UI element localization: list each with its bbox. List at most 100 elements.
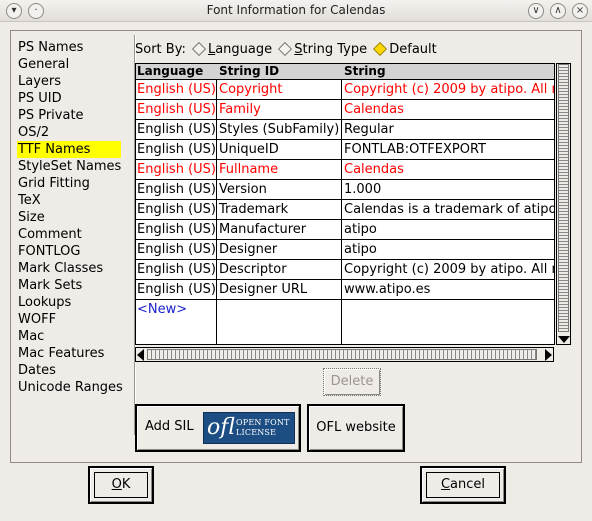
sidebar-item-dates[interactable]: Dates <box>17 362 129 379</box>
close-button[interactable]: × <box>572 3 588 19</box>
cell-language[interactable]: English (US) <box>136 80 216 99</box>
cell-language[interactable]: English (US) <box>136 260 216 279</box>
column-header-string[interactable]: String <box>343 64 554 79</box>
sidebar-item-ps-private[interactable]: PS Private <box>17 107 129 124</box>
cell-language[interactable]: English (US) <box>136 180 216 199</box>
sidebar-item-woff[interactable]: WOFF <box>17 311 129 328</box>
maximize-button[interactable]: ∧ <box>550 3 566 19</box>
new-entry-link[interactable]: <New> <box>136 300 216 319</box>
cell-language[interactable]: English (US) <box>136 240 216 259</box>
cell-string[interactable]: Calendas <box>343 160 554 179</box>
cell-string[interactable]: 1.000 <box>343 180 554 199</box>
cell-string-id[interactable]: Manufacturer <box>218 220 341 239</box>
ofl-website-button[interactable]: OFL website <box>307 404 405 452</box>
sidebar: PS Names General Layers PS UID PS Private OS/… <box>17 39 129 396</box>
sort-string-type-radio[interactable] <box>278 41 293 56</box>
cell-string-id[interactable]: Trademark <box>218 200 341 219</box>
sidebar-item-ps-uid[interactable]: PS UID <box>17 90 129 107</box>
sidebar-item-lookups[interactable]: Lookups <box>17 294 129 311</box>
vertical-scroll-thumb[interactable] <box>558 64 569 332</box>
table-row[interactable]: English (US) Copyright Copyright (c) 2009 … <box>136 80 554 100</box>
cell-string-id[interactable]: Family <box>218 100 341 119</box>
sidebar-item-size[interactable]: Size <box>17 209 129 226</box>
new-row[interactable]: <New> <box>136 300 554 320</box>
ofl-logo-text: OPEN FONT LICENSE <box>236 418 290 437</box>
sort-by-label: Sort By: <box>135 42 186 57</box>
column-header-language[interactable]: Language <box>136 64 216 79</box>
cell-string-id[interactable]: Fullname <box>218 160 341 179</box>
horizontal-scrollbar[interactable] <box>135 347 554 362</box>
dialog-frame: PS Names General Layers PS UID PS Private OS/… <box>10 30 582 463</box>
cell-string-id[interactable]: Styles (SubFamily) <box>218 120 341 139</box>
sidebar-item-ps-names[interactable]: PS Names <box>17 39 129 56</box>
delete-button[interactable]: Delete <box>323 368 381 396</box>
table-row[interactable]: English (US) Version 1.000 <box>136 180 554 200</box>
sort-language-radio[interactable] <box>191 41 207 56</box>
table-row[interactable]: English (US) Designer URL www.atipo.es <box>136 280 554 300</box>
cell-string-id[interactable]: Descriptor <box>218 260 341 279</box>
table-row[interactable]: English (US) Trademark Calendas is a trade… <box>136 200 554 220</box>
table-row[interactable]: English (US) UniqueID FONTLAB:OTFEXPORT <box>136 140 554 160</box>
sidebar-item-ttf-names[interactable]: TTF Names <box>17 141 121 158</box>
cell-string[interactable]: Copyright (c) 2009 by atipo. All r <box>343 80 554 99</box>
title-bar: ▾ · Font Information for Calendas ∨ ∧ × <box>0 0 592 22</box>
cell-string[interactable]: Calendas <box>343 100 554 119</box>
sidebar-item-os-2[interactable]: OS/2 <box>17 124 129 141</box>
ofl-logo-mark: ofl <box>207 415 235 440</box>
sidebar-item-mark-sets[interactable]: Mark Sets <box>17 277 129 294</box>
table-row[interactable]: English (US) Descriptor Copyright (c) 2009… <box>136 260 554 280</box>
sidebar-item-general[interactable]: General <box>17 56 129 73</box>
scroll-left-arrow-icon[interactable] <box>137 349 144 361</box>
sidebar-item-layers[interactable]: Layers <box>17 73 129 90</box>
table-row[interactable]: English (US) Styles (SubFamily) Regular <box>136 120 554 140</box>
sidebar-item-comment[interactable]: Comment <box>17 226 129 243</box>
sidebar-item-fontlog[interactable]: FONTLOG <box>17 243 129 260</box>
table-row[interactable]: English (US) Designer atipo <box>136 240 554 260</box>
cell-string-id[interactable]: Designer URL <box>218 280 341 299</box>
scroll-down-arrow-icon[interactable] <box>558 336 570 343</box>
window-title: Font Information for Calendas <box>206 3 386 17</box>
cell-language[interactable]: English (US) <box>136 120 216 139</box>
sidebar-item-mark-classes[interactable]: Mark Classes <box>17 260 129 277</box>
cell-string[interactable]: www.atipo.es <box>343 280 554 299</box>
sort-language-label[interactable]: Language <box>208 42 272 57</box>
cell-language[interactable]: English (US) <box>136 200 216 219</box>
cell-language[interactable]: English (US) <box>136 280 216 299</box>
scroll-right-arrow-icon[interactable] <box>545 349 552 361</box>
sidebar-item-mac-features[interactable]: Mac Features <box>17 345 129 362</box>
cell-language[interactable]: English (US) <box>136 140 216 159</box>
cell-string-id[interactable]: Copyright <box>218 80 341 99</box>
column-header-string-id[interactable]: String ID <box>218 64 341 79</box>
sidebar-item-tex[interactable]: TeX <box>17 192 129 209</box>
cell-language[interactable]: English (US) <box>136 160 216 179</box>
cell-language[interactable]: English (US) <box>136 100 216 119</box>
cell-string-id[interactable]: UniqueID <box>218 140 341 159</box>
vertical-scrollbar[interactable] <box>556 63 571 345</box>
cell-string[interactable]: atipo <box>343 220 554 239</box>
cancel-button[interactable]: Cancel <box>420 466 506 504</box>
cell-string[interactable]: FONTLAB:OTFEXPORT <box>343 140 554 159</box>
horizontal-scroll-thumb[interactable] <box>147 349 537 360</box>
sidebar-item-unicode-ranges[interactable]: Unicode Ranges <box>17 379 129 396</box>
table-row[interactable]: English (US) Fullname Calendas <box>136 160 554 180</box>
table-row[interactable]: English (US) Family Calendas <box>136 100 554 120</box>
ttf-names-table: Language String ID String English (US) Co… <box>135 63 555 345</box>
ok-button[interactable]: OK <box>88 466 154 504</box>
cell-language[interactable]: English (US) <box>136 220 216 239</box>
table-row[interactable]: English (US) Manufacturer atipo <box>136 220 554 240</box>
add-sil-button[interactable]: Add SIL ofl OPEN FONT LICENSE <box>135 404 301 452</box>
sidebar-item-mac[interactable]: Mac <box>17 328 129 345</box>
cell-string[interactable]: atipo <box>343 240 554 259</box>
sort-string-type-label[interactable]: String Type <box>294 42 367 57</box>
cell-string[interactable]: Calendas is a trademark of atipo <box>343 200 554 219</box>
cell-string[interactable]: Copyright (c) 2009 by atipo. All r <box>343 260 554 279</box>
sidebar-item-styleset-names[interactable]: StyleSet Names <box>17 158 129 175</box>
sidebar-item-grid-fitting[interactable]: Grid Fitting <box>17 175 129 192</box>
minimize-button[interactable]: ∨ <box>528 3 544 19</box>
cell-string-id[interactable]: Version <box>218 180 341 199</box>
cell-string[interactable]: Regular <box>343 120 554 139</box>
table-header: Language String ID String <box>136 64 554 80</box>
cell-string-id[interactable]: Designer <box>218 240 341 259</box>
sort-default-radio[interactable] <box>373 41 388 56</box>
sort-default-label[interactable]: Default <box>389 42 437 57</box>
